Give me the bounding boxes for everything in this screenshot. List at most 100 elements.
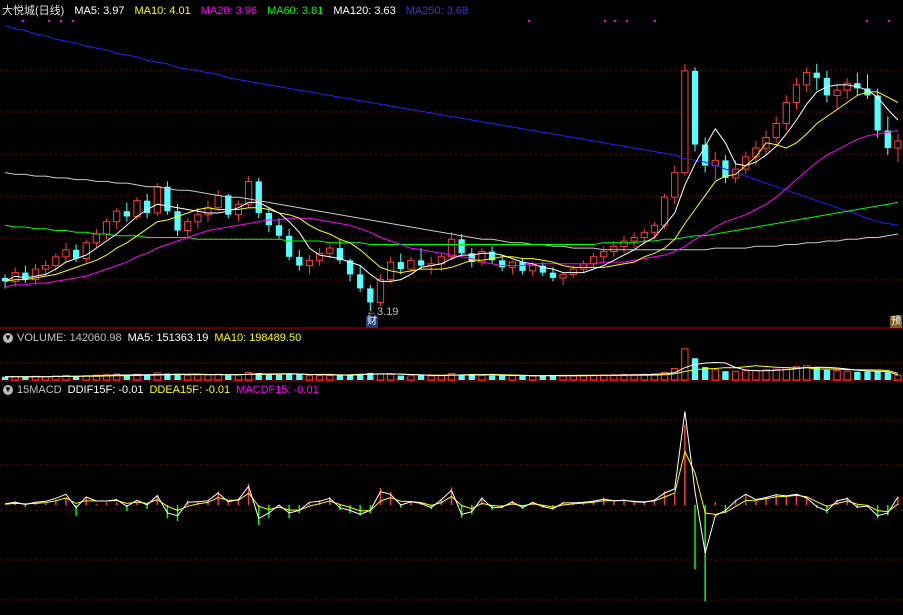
candle-body: [589, 256, 598, 265]
volume-bar: [468, 375, 475, 380]
volume-bar: [42, 376, 50, 381]
candle-body: [376, 279, 385, 303]
stock-title: 大悦城(日线): [2, 5, 65, 17]
volume-bar: [854, 371, 861, 380]
candle-body: [640, 231, 648, 239]
ma10-legend: MA10: 4.01: [135, 3, 191, 19]
candle-body: [772, 123, 780, 139]
candle-body: [874, 95, 881, 131]
candle-body: [92, 233, 101, 244]
ma5-value: 3.97: [103, 5, 125, 17]
chevron-down-icon[interactable]: ▼: [3, 333, 13, 343]
signal-marker: [888, 20, 890, 22]
dif-line: [5, 411, 899, 554]
ma120-value: 3.63: [374, 5, 396, 17]
candle-body: [691, 70, 699, 145]
signal-marker: [866, 20, 868, 22]
signal-marker: [654, 20, 656, 22]
ma5-label: MA5:: [74, 5, 101, 17]
candle-body: [782, 101, 790, 125]
volume-label: VOLUME:: [17, 332, 67, 344]
ddea-value: -0.01: [205, 384, 231, 396]
signal-marker: [60, 20, 62, 22]
volume-bar: [711, 369, 719, 381]
volume-bar: [225, 375, 232, 380]
main-legend: 大悦城(日线) MA5: 3.97 MA10: 4.01 MA20: 3.96 …: [0, 3, 478, 19]
volume-bar: [833, 369, 841, 381]
macd-title: 15MACD: [17, 384, 62, 396]
volume-bar: [265, 374, 273, 380]
volume-bar: [244, 372, 253, 381]
candle-body: [600, 251, 608, 258]
volume-bar: [407, 375, 415, 381]
ma120-legend: MA120: 3.63: [333, 3, 395, 19]
candle-body: [133, 200, 141, 217]
signal-marker: [614, 20, 616, 22]
volume-bar: [204, 374, 212, 381]
signal-marker: [604, 20, 606, 22]
macdf-value: -0.01: [293, 384, 319, 396]
candle-body: [164, 186, 171, 212]
volume-bar: [559, 375, 567, 381]
vol-ma10-value: 198489.50: [249, 332, 302, 344]
candle-body: [315, 252, 324, 261]
volume-bar: [417, 375, 425, 380]
volume-bar: [874, 371, 881, 380]
macdf-label: MACDF15:: [236, 384, 291, 396]
volume-bar: [427, 375, 435, 381]
ma20-legend: MA20: 3.96: [201, 3, 257, 19]
candle-body: [579, 263, 588, 270]
vol-ma10-label: MA10:: [214, 332, 247, 344]
candle-body: [357, 274, 364, 289]
ddif-value: -0.01: [118, 384, 144, 396]
candle-body: [630, 237, 638, 242]
signal-marker: [48, 20, 50, 22]
candle-body: [42, 265, 50, 270]
ma250-value: 3.68: [446, 5, 469, 17]
candle-body: [499, 260, 506, 268]
candle-body: [326, 247, 334, 254]
candle-body: [123, 211, 130, 217]
candle-body: [660, 196, 669, 226]
volume-bar: [762, 369, 770, 381]
ma60-label: MA60:: [267, 5, 299, 17]
candle-body: [275, 225, 283, 236]
signal-marker: [22, 20, 24, 22]
yu-badge[interactable]: 预: [890, 316, 902, 328]
ma250-label: MA250:: [405, 5, 444, 17]
candle-body: [102, 221, 111, 235]
volume-bar: [508, 375, 517, 381]
chevron-down-icon[interactable]: ▼: [3, 385, 13, 395]
volume-bar: [296, 374, 303, 380]
volume-bar: [843, 370, 851, 381]
candle-body: [296, 256, 303, 266]
candle-body: [843, 82, 851, 91]
volume-bar: [234, 374, 243, 381]
candle-body: [52, 256, 60, 267]
candle-body: [244, 180, 253, 205]
volume-bar: [458, 374, 465, 380]
candle-body: [650, 224, 659, 233]
candle-body: [802, 72, 811, 86]
ma5-legend: MA5: 3.97: [74, 3, 124, 19]
volume-value: 142060.98: [69, 332, 122, 344]
volume-bar: [478, 374, 486, 381]
volume-bar: [529, 375, 537, 381]
candle-body: [447, 238, 456, 258]
candle-body: [559, 273, 567, 279]
volume-bar: [153, 372, 161, 381]
candle-body: [174, 211, 181, 231]
candle-body: [286, 235, 293, 257]
ma250-line: [4, 24, 898, 226]
volume-bar: [681, 348, 689, 381]
cai-badge[interactable]: 财: [366, 316, 378, 328]
candle-body: [549, 272, 557, 278]
candle-body: [62, 249, 70, 258]
volume-bar: [539, 375, 546, 380]
low-price-value: 3.19: [377, 306, 399, 318]
stock-chart[interactable]: [0, 0, 903, 615]
ma60-value: 3.81: [301, 5, 324, 17]
candle-body: [214, 194, 222, 209]
volume-bar: [275, 374, 283, 380]
ma20-label: MA20:: [200, 5, 233, 17]
